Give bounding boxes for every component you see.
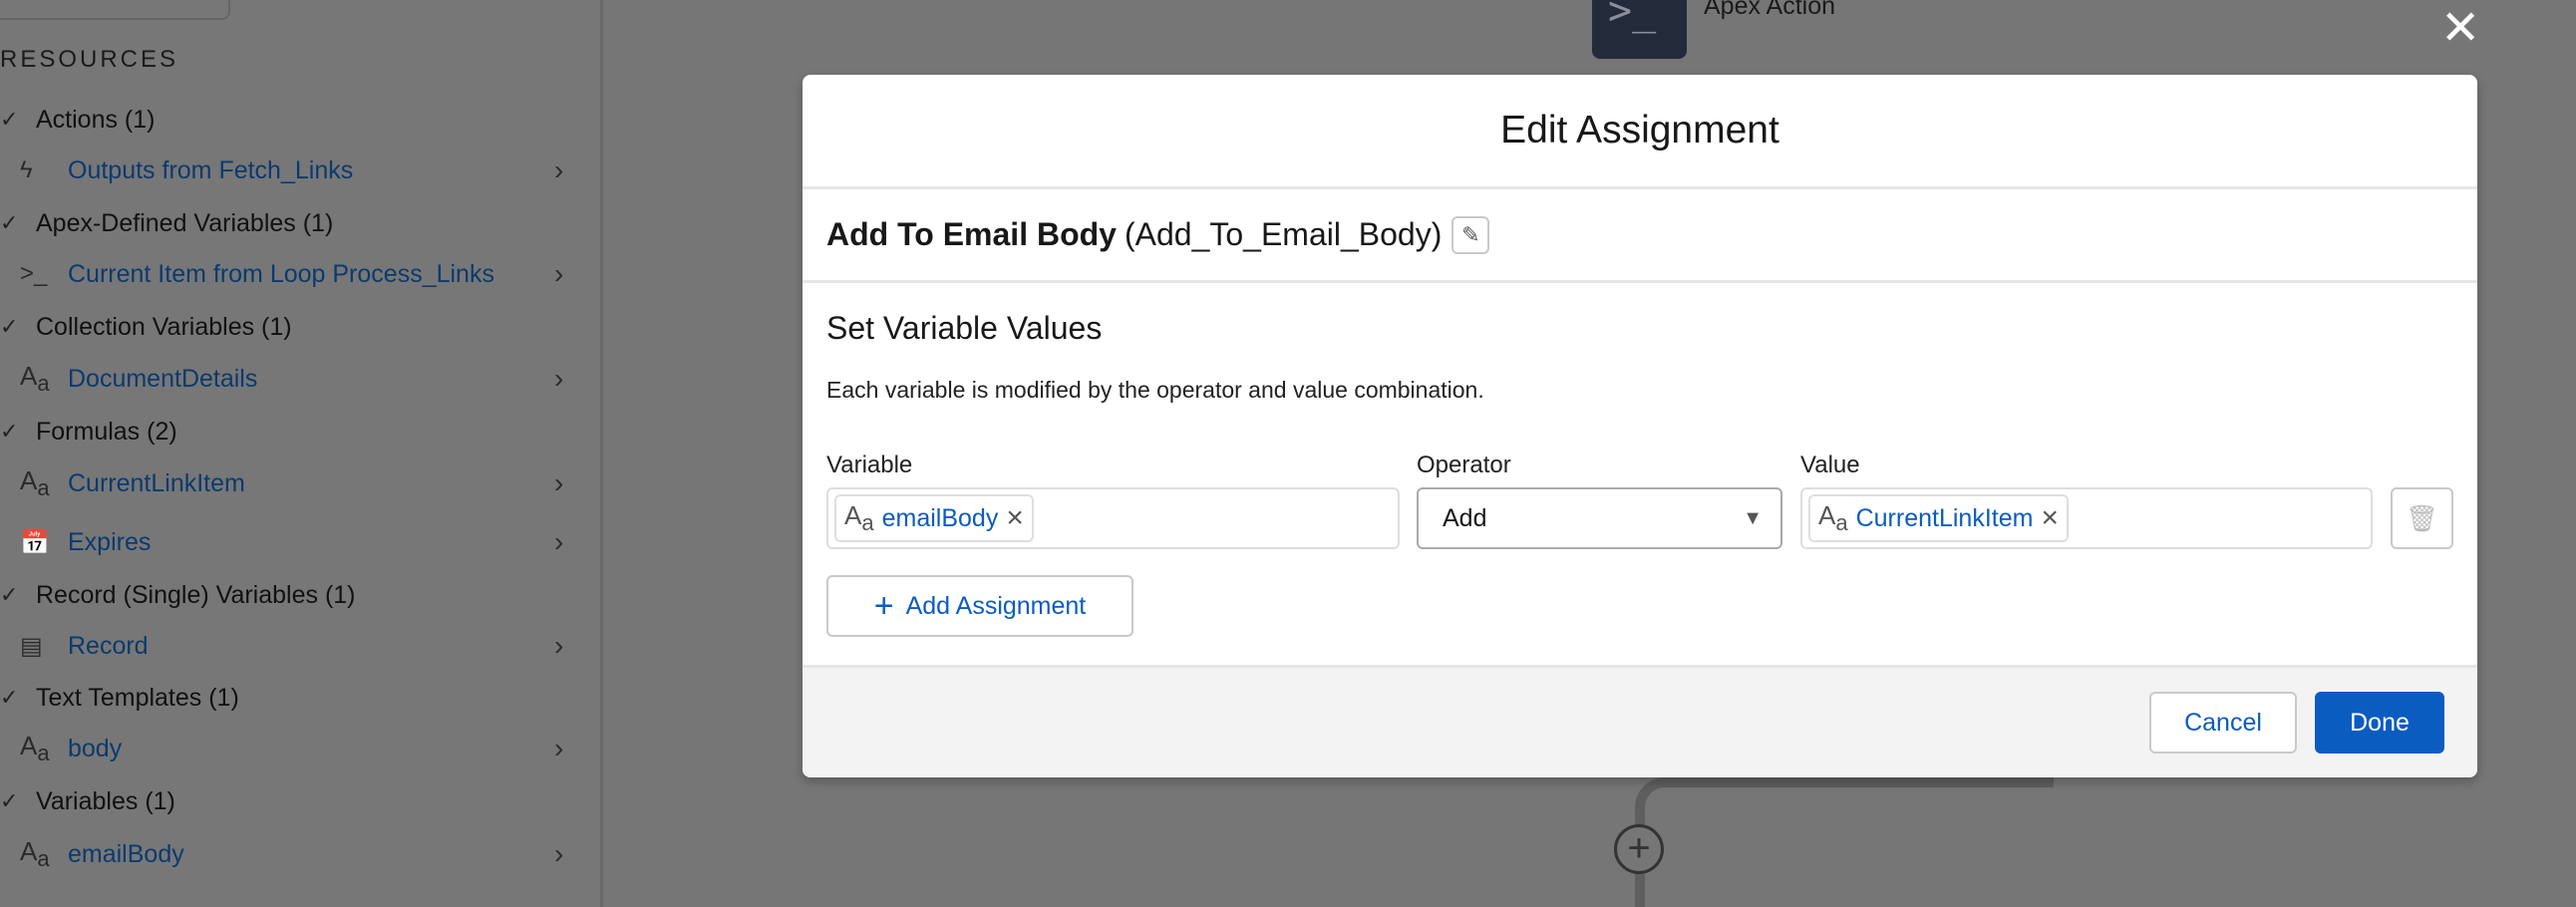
value-pill-label: CurrentLinkItem [1855,503,2034,532]
text-type-icon: Aa [844,500,874,535]
remove-pill-icon[interactable]: × [1006,501,1024,535]
value-pill: Aa CurrentLinkItem × [1808,494,2069,542]
connector-line [1635,777,2054,907]
modal-footer: Cancel Done [803,665,2477,777]
element-label: Add To Email Body [826,216,1117,252]
modal-title: Edit Assignment [803,75,2477,189]
apex-icon: >_ [20,260,48,287]
done-button[interactable]: Done [2315,692,2444,754]
chevron-expanded-icon: ✓ [0,419,19,444]
chevron-expanded-icon: ✓ [0,788,19,813]
sidebar-item-label: emailBody [68,839,184,868]
chevron-right-icon[interactable]: › [554,733,563,764]
sidebar-category-label: Variables (1) [36,786,175,815]
sidebar-category[interactable]: ✓ Text Templates (1) [0,678,598,718]
sidebar-category-label: Record (Single) Variables (1) [36,580,356,609]
apex-action-node-icon[interactable]: >_ [1592,0,1687,59]
chevron-expanded-icon: ✓ [0,314,19,339]
sidebar-item[interactable]: ▤ Record › [0,626,598,666]
apex-action-node-label: Apex Action [1704,0,1836,20]
chevron-right-icon[interactable]: › [554,630,563,662]
resources-sidebar: RESOURCES ✓ Actions (1) ϟ Outputs from Fetc… [0,0,603,907]
chevron-right-icon[interactable]: › [554,467,563,499]
operator-label: Operator [1417,452,1511,478]
element-api-name: (Add_To_Email_Body) [1124,216,1443,252]
cancel-button[interactable]: Cancel [2149,692,2297,754]
sidebar-item-label: Current Item from Loop Process_Links [68,259,494,288]
add-assignment-label: Add Assignment [905,591,1087,620]
sidebar-item[interactable]: 📅 Expires › [0,522,598,562]
sidebar-category[interactable]: ✓ Variables (1) [0,781,598,821]
sidebar-top-button[interactable] [0,0,230,20]
text-type-icon: Aa [20,731,50,765]
section-title: Set Variable Values [826,310,1103,346]
text-type-icon: Aa [20,361,50,396]
sidebar-item[interactable]: ϟ Outputs from Fetch_Links › [0,151,598,190]
sidebar-category[interactable]: ✓ Collection Variables (1) [0,307,598,347]
trash-icon: 🗑 [2405,502,2438,533]
text-type-icon: Aa [20,465,50,500]
sidebar-item-label: Outputs from Fetch_Links [68,155,354,184]
sidebar-category-label: Text Templates (1) [36,683,239,712]
close-icon[interactable]: ✕ [2440,0,2480,56]
add-element-icon[interactable]: + [1614,824,1664,874]
sidebar-category[interactable]: ✓ Record (Single) Variables (1) [0,575,598,615]
text-type-icon: Aa [1818,500,1848,535]
sidebar-category-label: Apex-Defined Variables (1) [36,208,334,237]
sidebar-item[interactable]: Aa CurrentLinkItem › [0,463,598,503]
value-label: Value [1800,452,1860,478]
dropdown-arrow-icon: ▼ [1743,506,1763,529]
sidebar-category[interactable]: ✓ Formulas (2) [0,412,598,452]
variable-pill-label: emailBody [881,503,999,532]
sidebar-item-label: body [68,734,123,762]
section-description: Each variable is modified by the operato… [826,377,1484,403]
chevron-expanded-icon: ✓ [0,107,19,132]
sidebar-item[interactable]: Aa body › [0,729,598,768]
sidebar-item-label: DocumentDetails [68,364,258,393]
operator-select[interactable]: Add ▼ [1417,487,1782,549]
sidebar-item-label: CurrentLinkItem [68,468,245,497]
element-header: Add To Email Body (Add_To_Email_Body) ✎ [803,189,2477,283]
variable-input[interactable]: Aa emailBody × [826,487,1400,549]
value-input[interactable]: Aa CurrentLinkItem × [1800,487,2373,549]
resources-heading: RESOURCES [0,46,179,73]
remove-pill-icon[interactable]: × [2041,501,2059,535]
delete-row-button[interactable]: 🗑 [2391,487,2453,549]
text-type-icon: Aa [20,836,50,871]
record-icon: ▤ [20,632,43,660]
edit-assignment-modal: Edit Assignment Add To Email Body (Add_T… [803,75,2477,777]
chevron-right-icon[interactable]: › [554,258,563,290]
chevron-right-icon[interactable]: › [554,154,563,186]
add-assignment-button[interactable]: + Add Assignment [826,575,1133,637]
chevron-expanded-icon: ✓ [0,210,19,235]
sidebar-item[interactable]: >_ Current Item from Loop Process_Links › [0,254,598,294]
sidebar-item-label: Record [68,631,149,660]
sidebar-category-label: Actions (1) [36,105,156,134]
plus-icon: + [873,586,894,625]
sidebar-category-label: Collection Variables (1) [36,312,292,341]
sidebar-category[interactable]: ✓ Actions (1) [0,100,598,140]
lightning-icon: ϟ [20,156,33,183]
chevron-expanded-icon: ✓ [0,582,19,607]
edit-pencil-icon[interactable]: ✎ [1451,215,1490,254]
variable-label: Variable [826,452,913,478]
chevron-right-icon[interactable]: › [554,363,563,395]
sidebar-category[interactable]: ✓ Apex-Defined Variables (1) [0,203,598,243]
chevron-right-icon[interactable]: › [554,526,563,558]
sidebar-item[interactable]: Aa DocumentDetails › [0,359,598,399]
variable-pill: Aa emailBody × [834,494,1034,542]
calendar-time-icon: 📅 [20,528,50,556]
chevron-right-icon[interactable]: › [554,838,563,870]
chevron-expanded-icon: ✓ [0,685,19,710]
sidebar-item[interactable]: Aa emailBody › [0,834,598,874]
sidebar-item-label: Expires [68,527,152,556]
sidebar-category-label: Formulas (2) [36,417,177,446]
operator-value: Add [1443,503,1487,532]
